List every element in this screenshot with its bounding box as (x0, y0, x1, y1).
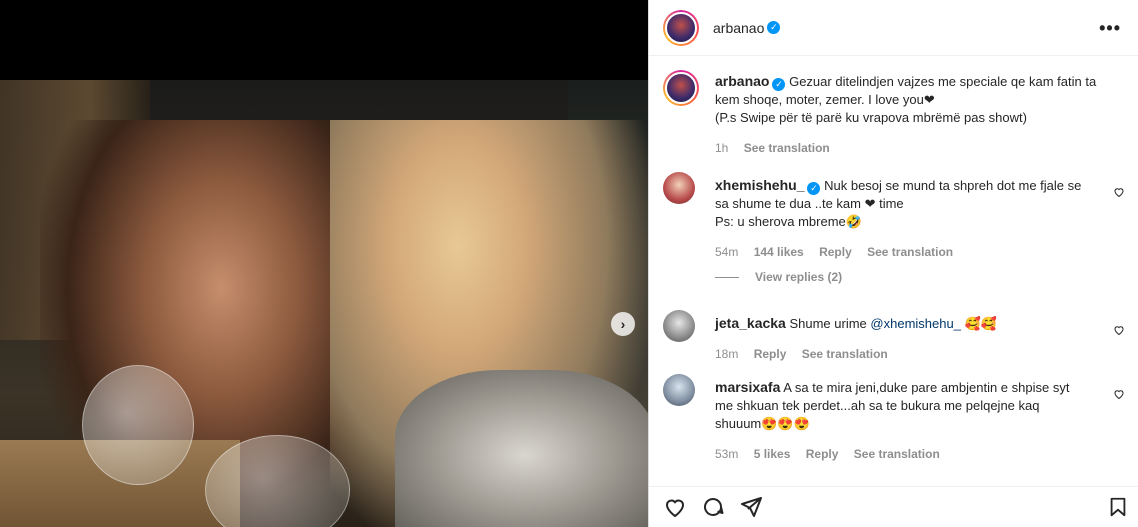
reply-button[interactable]: Reply (754, 347, 787, 361)
heart-icon[interactable] (1113, 388, 1125, 400)
comment-line: sa shume te dua ..te kam ❤ time (715, 196, 904, 211)
chevron-right-icon[interactable]: › (611, 312, 635, 336)
likes-count[interactable]: 144 likes (754, 245, 804, 259)
comments-list: arbanao ✓ Gezuar ditelindjen vajzes me sp… (649, 56, 1138, 486)
comment-line: Nuk besoj se mund ta shpreh dot me fjale… (824, 178, 1082, 193)
post-actions (649, 486, 1138, 527)
photo-dress (395, 370, 648, 527)
likes-count[interactable]: 5 likes (754, 447, 791, 461)
avatar[interactable] (663, 9, 699, 46)
comment-username[interactable]: xhemishehu_ (715, 177, 804, 193)
timestamp: 53m (715, 447, 739, 461)
comment-text: jeta_kacka Shume urime @xhemishehu_ 🥰🥰 1… (715, 314, 1095, 363)
caption-text: arbanao ✓ Gezuar ditelindjen vajzes me sp… (715, 72, 1115, 157)
heart-icon[interactable] (1113, 186, 1125, 198)
avatar[interactable] (663, 374, 695, 406)
comment-line: shuuum😍😍😍 (715, 416, 810, 431)
post-photo[interactable] (0, 80, 648, 527)
media-panel: › (0, 0, 648, 527)
comment-icon[interactable] (701, 495, 725, 519)
view-replies-button[interactable]: View replies (2) (715, 270, 842, 284)
caption-line: (P.s Swipe për të parë ku vrapova mbrëmë… (715, 110, 1027, 125)
comment-meta: 18m Reply See translation (715, 345, 1095, 363)
photo-glass-left (82, 365, 194, 485)
comment-emoji: 🥰🥰 (964, 316, 997, 331)
header-username[interactable]: arbanao (713, 20, 764, 36)
comment-line: me shkuan tek perdet...ah sa te bukura m… (715, 398, 1040, 413)
timestamp: 1h (715, 141, 729, 155)
more-icon[interactable]: ••• (1099, 18, 1121, 39)
comment-line: A sa te mira jeni,duke pare ambjentin e … (783, 380, 1070, 395)
avatar[interactable] (663, 310, 695, 342)
post-header: arbanao ✓ ••• (649, 0, 1138, 56)
reply-button[interactable]: Reply (819, 245, 852, 259)
comment-line: Ps: u sherova mbreme🤣 (715, 214, 862, 229)
avatar[interactable] (663, 70, 699, 106)
comment-meta: 53m 5 likes Reply See translation (715, 445, 1095, 463)
timestamp: 18m (715, 347, 739, 361)
comment-meta: 54m 144 likes Reply See translation (715, 243, 1095, 261)
avatar[interactable] (663, 172, 695, 204)
verified-icon: ✓ (807, 182, 821, 195)
mention-link[interactable]: @xhemishehu_ (870, 316, 961, 331)
caption-meta: 1h See translation (715, 139, 1115, 157)
timestamp: 54m (715, 245, 739, 259)
see-translation-button[interactable]: See translation (744, 141, 830, 155)
heart-icon[interactable] (1113, 324, 1125, 336)
see-translation-button[interactable]: See translation (867, 245, 953, 259)
comment-username[interactable]: marsixafa (715, 379, 780, 395)
verified-icon: ✓ (772, 78, 786, 91)
caption-username[interactable]: arbanao (715, 73, 769, 89)
comment-username[interactable]: jeta_kacka (715, 315, 786, 331)
comment-text: marsixafa A sa te mira jeni,duke pare am… (715, 378, 1095, 463)
see-translation-button[interactable]: See translation (802, 347, 888, 361)
view-replies-label: View replies (2) (755, 270, 843, 284)
caption-line: Gezuar ditelindjen vajzes me speciale qe… (789, 74, 1097, 89)
share-icon[interactable] (739, 495, 763, 519)
caption-line: kem shoqe, moter, zemer. I love you❤ (715, 92, 935, 107)
bookmark-icon[interactable] (1107, 496, 1129, 523)
reply-button[interactable]: Reply (806, 447, 839, 461)
heart-icon[interactable] (663, 495, 687, 519)
post-sidebar: arbanao ✓ ••• arbanao ✓ Gezuar ditelindje… (648, 0, 1138, 527)
comment-text: xhemishehu_ ✓ Nuk besoj se mund ta shpreh… (715, 176, 1095, 261)
see-translation-button[interactable]: See translation (854, 447, 940, 461)
verified-icon: ✓ (767, 21, 781, 34)
comment-line: Shume urime (789, 316, 867, 331)
